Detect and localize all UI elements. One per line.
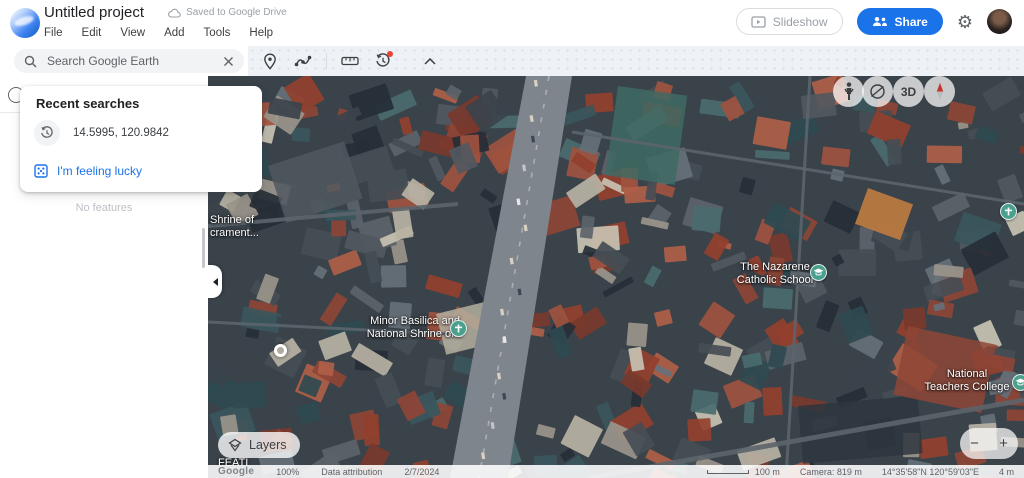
3d-label: 3D	[900, 84, 917, 99]
layers-button[interactable]: Layers	[218, 432, 300, 458]
school-poi-nazarene-icon[interactable]	[809, 263, 827, 281]
search-placeholder: Search Google Earth	[47, 54, 160, 68]
feeling-lucky-button[interactable]: I'm feeling lucky	[34, 164, 142, 178]
project-title[interactable]: Untitled project	[44, 4, 144, 21]
feeling-lucky-label: I'm feeling lucky	[57, 164, 142, 178]
panel-divider	[0, 112, 22, 113]
layers-label: Layers	[249, 438, 287, 452]
pegman-streetview-button[interactable]	[833, 76, 864, 107]
map-label-minor-basilica: Minor Basilica and National Shrine of...	[366, 315, 464, 340]
scale-bar	[706, 469, 749, 474]
pegman-icon	[843, 82, 854, 100]
google-logo: Google	[218, 466, 255, 477]
camera-altitude: Camera: 819 m	[799, 466, 862, 477]
data-attribution-link[interactable]: Data attribution	[321, 467, 382, 477]
orbit-slash-icon	[870, 84, 885, 99]
google-earth-logo-icon[interactable]	[10, 8, 40, 38]
satellite-imagery	[208, 76, 1024, 478]
ground-elevation: 4 m	[998, 466, 1014, 477]
menu-help[interactable]: Help	[249, 27, 273, 39]
saved-status: Saved to Google Drive	[168, 7, 287, 18]
recent-searches-list: 14.5995, 120.9842	[20, 116, 262, 150]
imagery-zoom-percent: 100%	[276, 466, 300, 477]
toggle-3d-button[interactable]: 3D	[893, 76, 924, 107]
menu-view[interactable]: View	[120, 27, 145, 39]
compass-needle-icon	[936, 82, 943, 101]
history-icon	[34, 120, 60, 146]
recent-search-item[interactable]: 14.5995, 120.9842	[20, 116, 262, 150]
map-viewport[interactable]: Shrine of crament... Minor Basilica and Nat…	[208, 76, 1024, 478]
menu-file[interactable]: File	[44, 27, 63, 39]
search-result-marker[interactable]	[274, 344, 287, 357]
add-placemark-button[interactable]	[258, 49, 282, 73]
zoom-out-button[interactable]: −	[964, 435, 986, 452]
ruler-icon	[341, 56, 359, 66]
slideshow-label: Slideshow	[772, 14, 828, 29]
scale-label: 100 m	[754, 466, 780, 477]
measure-button[interactable]	[338, 49, 362, 73]
slideshow-icon	[751, 15, 766, 28]
orbit-button[interactable]	[862, 76, 893, 107]
profile-avatar[interactable]	[987, 9, 1012, 34]
collapse-toolbar-button[interactable]	[418, 49, 442, 73]
camera-coordinates: 14°35'58"N 120°59'03"E	[881, 466, 979, 477]
chevron-up-icon	[424, 57, 436, 65]
draw-path-button[interactable]	[291, 49, 315, 73]
historical-imagery-button[interactable]	[371, 49, 395, 73]
clear-search-icon[interactable]	[223, 56, 234, 67]
placemark-pin-icon	[264, 52, 276, 70]
header: Untitled project Saved to Google Drive F…	[0, 0, 1024, 46]
zoom-in-button[interactable]: +	[993, 435, 1015, 452]
map-label-nazarene-school: The Nazarene Catholic School	[736, 261, 814, 286]
share-people-icon	[872, 17, 887, 26]
church-poi-top-right-icon[interactable]	[999, 202, 1017, 220]
panel-scrollbar[interactable]	[202, 228, 205, 268]
search-icon	[24, 55, 37, 67]
zoom-control: − +	[960, 428, 1018, 459]
dice-icon	[34, 164, 48, 178]
status-bar: Google 100% Data attribution 2/7/2024 10…	[208, 465, 1024, 478]
recent-search-text: 14.5995, 120.9842	[73, 127, 169, 139]
search-toolbar: Search Google Earth	[0, 46, 1024, 76]
notification-dot	[387, 51, 393, 57]
search-input[interactable]: Search Google Earth	[14, 49, 244, 73]
map-scale: 100 m	[706, 466, 780, 477]
google-earth-app: Untitled project Saved to Google Drive F…	[0, 0, 1024, 478]
map-label-shrine-of-sacrament: Shrine of crament...	[210, 214, 259, 239]
menu-tools[interactable]: Tools	[204, 27, 231, 39]
recent-searches-title: Recent searches	[36, 96, 140, 111]
recent-searches-dropdown: Recent searches 14.5995, 120.9842 I'm fe…	[20, 86, 262, 192]
cloud-done-icon	[168, 8, 181, 18]
share-label: Share	[894, 14, 928, 29]
menu-add[interactable]: Add	[164, 27, 184, 39]
collapse-panel-button[interactable]	[208, 265, 222, 298]
toolbar-separator	[326, 53, 327, 69]
share-button[interactable]: Share	[856, 8, 943, 35]
menu-edit[interactable]: Edit	[82, 27, 102, 39]
menu-bar: File Edit View Add Tools Help	[44, 27, 273, 39]
church-poi-basilica-icon[interactable]	[449, 319, 467, 337]
layers-diamond-icon	[228, 438, 242, 452]
slideshow-button[interactable]: Slideshow	[735, 8, 843, 35]
imagery-date: 2/7/2024	[404, 466, 440, 477]
path-polyline-icon	[294, 55, 312, 67]
settings-gear-icon[interactable]: ⚙	[957, 10, 973, 34]
map-label-national-teachers-college: National Teachers College	[924, 368, 1010, 393]
chevron-left-icon	[212, 277, 218, 286]
compass-button[interactable]	[924, 76, 955, 107]
poi-teachers-college-icon[interactable]	[1011, 373, 1024, 391]
empty-features-label: No features	[75, 202, 133, 214]
saved-status-label: Saved to Google Drive	[186, 7, 287, 18]
